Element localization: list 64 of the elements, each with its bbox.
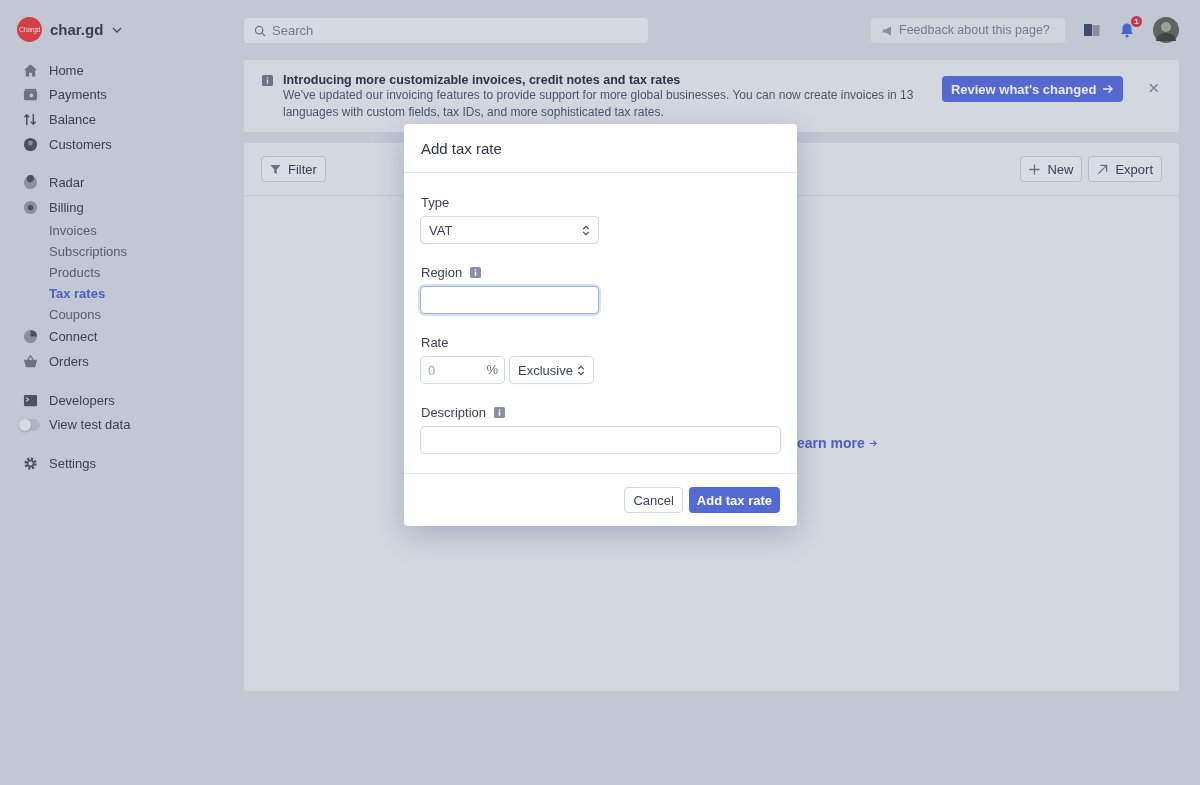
avatar[interactable]: [1153, 17, 1179, 43]
tax-behavior-select[interactable]: Exclusive: [510, 357, 593, 383]
person-icon: [23, 136, 38, 152]
basket-icon: [23, 353, 38, 369]
region-field[interactable]: [421, 287, 598, 313]
review-button[interactable]: Review what's changed: [941, 76, 1124, 102]
new-button[interactable]: New: [1020, 156, 1083, 182]
rate-label: Rate: [421, 335, 449, 350]
plus-icon: [1029, 163, 1041, 175]
search-field[interactable]: Search: [244, 17, 648, 43]
description-label: Description: [421, 405, 487, 420]
arrow-up-right-icon: [1097, 163, 1109, 175]
dialog-title: Add tax rate: [421, 139, 502, 157]
arrow-right-icon: [868, 438, 878, 448]
learn-more-link[interactable]: earn more: [797, 435, 878, 451]
close-icon[interactable]: [1149, 83, 1159, 93]
nav-link[interactable]: Payments: [49, 87, 107, 103]
nav-link[interactable]: Orders: [49, 353, 89, 369]
banner-title: Introducing more customizable invoices, credit notes and tax rates: [283, 73, 682, 87]
info-icon: [494, 407, 506, 418]
arrow-right-icon: [1102, 83, 1115, 95]
updown-icon: [577, 364, 585, 376]
nav-sublink[interactable]: Products: [49, 264, 101, 280]
toggle-switch[interactable]: [19, 418, 40, 431]
cancel-button[interactable]: Cancel: [624, 487, 683, 513]
bell-icon[interactable]: [1119, 22, 1135, 38]
toggle-label: View test data: [49, 417, 131, 433]
export-button[interactable]: Export: [1088, 156, 1162, 182]
wallet-icon: [23, 87, 38, 103]
target-icon: [23, 199, 38, 215]
notification-badge: 1: [1131, 16, 1142, 27]
nav-link[interactable]: Settings: [49, 455, 96, 471]
nav-sublink[interactable]: Invoices: [49, 222, 97, 238]
nav-sublink[interactable]: Tax rates: [49, 285, 106, 301]
search-icon: [254, 24, 266, 37]
percent-unit: %: [486, 362, 498, 377]
updown-icon: [582, 224, 590, 236]
arrows-icon: [23, 112, 38, 127]
feedback-field[interactable]: Feedback about this page?: [871, 17, 1065, 43]
type-select[interactable]: VAT: [421, 217, 598, 243]
nav-link[interactable]: Connect: [49, 329, 98, 345]
nav-link[interactable]: Developers: [49, 392, 115, 408]
filter-icon: [270, 163, 281, 175]
info-icon: [262, 75, 273, 86]
filter-button[interactable]: Filter: [261, 156, 326, 182]
nav-sublink[interactable]: Subscriptions: [49, 243, 128, 259]
type-label: Type: [421, 195, 450, 210]
nav-link[interactable]: Billing: [49, 199, 84, 215]
info-icon: [470, 267, 482, 278]
banner-text: We've updated our invoicing features to provide support for more global businesses. You can now create invoices in 13: [283, 87, 915, 104]
nav-link[interactable]: Customers: [49, 136, 112, 152]
terminal-icon: [23, 392, 38, 408]
banner-text: languages with custom fields, tax IDs, and more sophisticated tax rates.: [283, 104, 665, 121]
nav-link[interactable]: Home: [49, 62, 84, 78]
settings-icon: [23, 455, 38, 471]
description-field[interactable]: [421, 427, 780, 453]
region-label: Region: [421, 265, 463, 280]
nav-link[interactable]: Balance: [49, 112, 96, 127]
account-name[interactable]: char.gd: [50, 21, 104, 38]
home-icon: [23, 62, 38, 78]
book-icon[interactable]: [1083, 22, 1101, 38]
nav-sublink[interactable]: Coupons: [49, 306, 102, 322]
nav-link[interactable]: Radar: [49, 175, 85, 191]
add-tax-rate-button[interactable]: Add tax rate: [688, 487, 780, 513]
